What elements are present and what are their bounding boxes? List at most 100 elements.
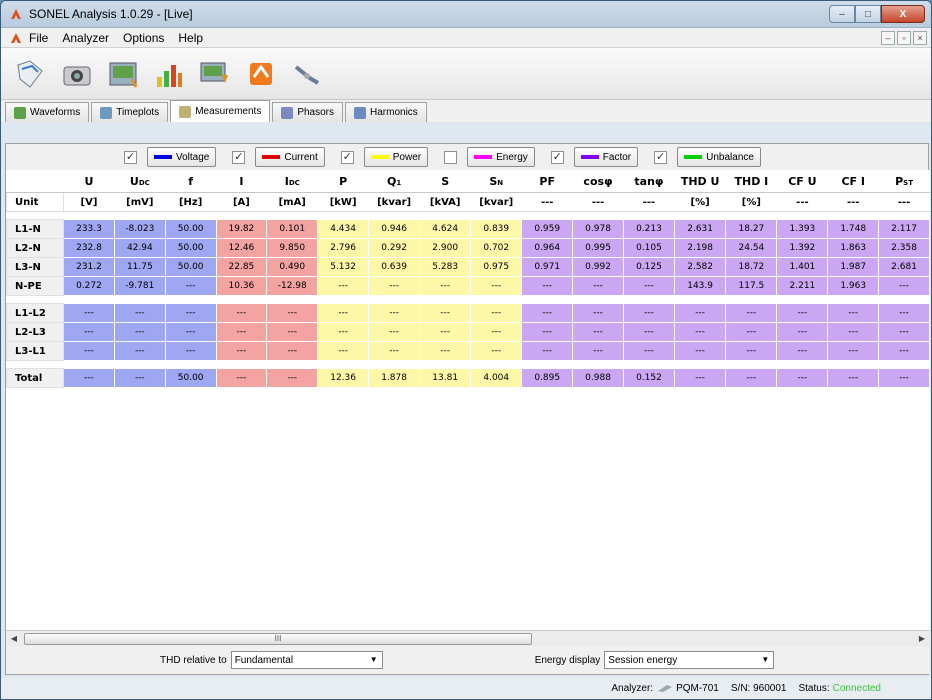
value-cell: --- bbox=[419, 322, 472, 342]
legend-bar: ✓ Voltage ✓ Current ✓ Power Energy ✓ Factor ✓ Unba… bbox=[6, 144, 928, 170]
checkbox-voltage[interactable]: ✓ bbox=[124, 150, 137, 164]
column-header: THD I bbox=[725, 170, 778, 193]
color-button-current[interactable]: Current bbox=[255, 147, 325, 167]
column-header: THD U bbox=[673, 170, 727, 193]
color-button-unbalance[interactable]: Unbalance bbox=[677, 147, 761, 167]
column-header: UDC bbox=[113, 170, 166, 193]
spacer-row bbox=[6, 295, 930, 304]
value-cell: --- bbox=[419, 303, 472, 323]
close-button[interactable]: X bbox=[881, 5, 925, 23]
column-header-label: tanφ bbox=[634, 175, 664, 188]
legend-factor: ✓ Factor bbox=[550, 147, 639, 167]
table-row: L2-L3 --- --- --- --- --- --- --- --- --- --- --- --… bbox=[6, 322, 930, 342]
scroll-right-icon[interactable]: ▶ bbox=[914, 631, 930, 647]
value-cell: --- bbox=[827, 303, 880, 323]
value-cell: 231.2 bbox=[63, 257, 115, 277]
value-cell: 2.900 bbox=[419, 238, 472, 258]
color-button-energy[interactable]: Energy bbox=[467, 147, 535, 167]
tab-timeplots[interactable]: Timeplots bbox=[91, 102, 169, 122]
color-button-factor[interactable]: Factor bbox=[573, 147, 639, 167]
menu-file[interactable]: File bbox=[29, 31, 48, 45]
checkbox-energy[interactable] bbox=[444, 150, 458, 164]
value-cell: 1.393 bbox=[776, 219, 829, 239]
value-cell: --- bbox=[623, 341, 675, 361]
checkbox-power[interactable]: ✓ bbox=[340, 150, 354, 164]
minimize-button[interactable]: – bbox=[829, 5, 855, 23]
mdi-close-button[interactable]: × bbox=[913, 30, 927, 45]
scroll-thumb[interactable]: III bbox=[24, 633, 532, 645]
charts-button[interactable] bbox=[149, 54, 189, 94]
value-cell: --- bbox=[623, 303, 675, 323]
column-header: CF U bbox=[776, 170, 829, 193]
connect-button[interactable] bbox=[287, 54, 327, 94]
value-cell: --- bbox=[164, 341, 217, 361]
value-cell: 0.702 bbox=[470, 238, 523, 258]
column-header: PST bbox=[878, 170, 930, 193]
column-header-label: U bbox=[129, 175, 139, 188]
value-cell: 4.004 bbox=[470, 368, 523, 388]
thd-select[interactable]: Fundamental ▼ bbox=[230, 651, 383, 669]
menu-options[interactable]: Options bbox=[123, 31, 164, 45]
checkbox-current[interactable]: ✓ bbox=[232, 150, 246, 164]
value-cell: --- bbox=[470, 276, 523, 296]
value-cell: --- bbox=[368, 303, 421, 323]
snapshot-button[interactable] bbox=[57, 54, 97, 94]
mdi-minimize-button[interactable]: – bbox=[881, 30, 895, 45]
download-icon bbox=[200, 62, 228, 83]
column-header-label: CF U bbox=[788, 175, 817, 188]
spacer-row bbox=[6, 211, 930, 220]
waveform-icon bbox=[14, 106, 26, 119]
read-data-button[interactable] bbox=[195, 54, 235, 94]
unit-cell: --- bbox=[623, 192, 675, 212]
spacer-row bbox=[6, 360, 930, 369]
legend-label: Factor bbox=[602, 151, 632, 163]
value-cell: --- bbox=[63, 303, 115, 323]
open-button[interactable] bbox=[11, 54, 51, 94]
value-cell: 18.27 bbox=[725, 219, 778, 239]
tab-phasors[interactable]: Phasors bbox=[272, 102, 344, 122]
import-button[interactable] bbox=[241, 54, 281, 94]
menu-analyzer[interactable]: Analyzer bbox=[62, 31, 109, 45]
color-button-voltage[interactable]: Voltage bbox=[147, 147, 217, 167]
analyzer-model: PQM-701 bbox=[676, 682, 719, 694]
energy-select[interactable]: Session energy ▼ bbox=[604, 651, 775, 669]
analyzer-button[interactable] bbox=[103, 54, 143, 94]
value-cell: --- bbox=[725, 341, 778, 361]
horizontal-scrollbar[interactable]: ◀ III ▶ bbox=[6, 630, 930, 646]
column-header-subscript: DC bbox=[138, 179, 150, 187]
value-cell: --- bbox=[878, 303, 930, 323]
legend-unbalance: ✓ Unbalance bbox=[654, 147, 761, 167]
menu-help[interactable]: Help bbox=[178, 31, 203, 45]
tab-harmonics[interactable]: Harmonics bbox=[345, 102, 427, 122]
color-button-power[interactable]: Power bbox=[363, 147, 429, 167]
dropdown-arrow-icon: ▼ bbox=[761, 655, 770, 664]
maximize-button[interactable]: □ bbox=[855, 5, 881, 23]
unit-cell: [kVA] bbox=[419, 192, 472, 212]
legend-energy: Energy bbox=[444, 147, 535, 167]
tab-label: Timeplots bbox=[116, 107, 160, 118]
column-header-label: U bbox=[84, 175, 94, 188]
scroll-left-icon[interactable]: ◀ bbox=[6, 631, 22, 647]
value-cell: 5.132 bbox=[317, 257, 370, 277]
value-cell: 0.992 bbox=[572, 257, 624, 277]
value-cell: --- bbox=[419, 276, 472, 296]
mdi-restore-button[interactable]: ▫ bbox=[897, 30, 911, 45]
tab-measurements[interactable]: Measurements bbox=[170, 100, 271, 122]
value-cell: --- bbox=[368, 322, 421, 342]
title-bar[interactable]: SONEL Analysis 1.0.29 - [Live] – □ X bbox=[1, 1, 931, 28]
status-bar: Analyzer: PQM-701 S/N: 960001 Status: Co… bbox=[1, 677, 931, 699]
value-cell: 0.975 bbox=[470, 257, 523, 277]
sonel-menu-icon[interactable] bbox=[9, 31, 23, 45]
value-cell: --- bbox=[878, 322, 930, 342]
unit-cell: [mA] bbox=[266, 192, 319, 212]
column-header: f bbox=[164, 170, 217, 193]
column-header: SN bbox=[470, 170, 523, 193]
legend-label: Power bbox=[392, 151, 422, 163]
tab-waveforms[interactable]: Waveforms bbox=[5, 102, 90, 122]
value-cell: 42.94 bbox=[113, 238, 166, 258]
tab-label: Harmonics bbox=[370, 107, 418, 118]
value-cell: 1.392 bbox=[776, 238, 829, 258]
checkbox-factor[interactable]: ✓ bbox=[550, 150, 564, 164]
checkbox-unbalance[interactable]: ✓ bbox=[654, 150, 668, 164]
value-cell: --- bbox=[164, 276, 217, 296]
